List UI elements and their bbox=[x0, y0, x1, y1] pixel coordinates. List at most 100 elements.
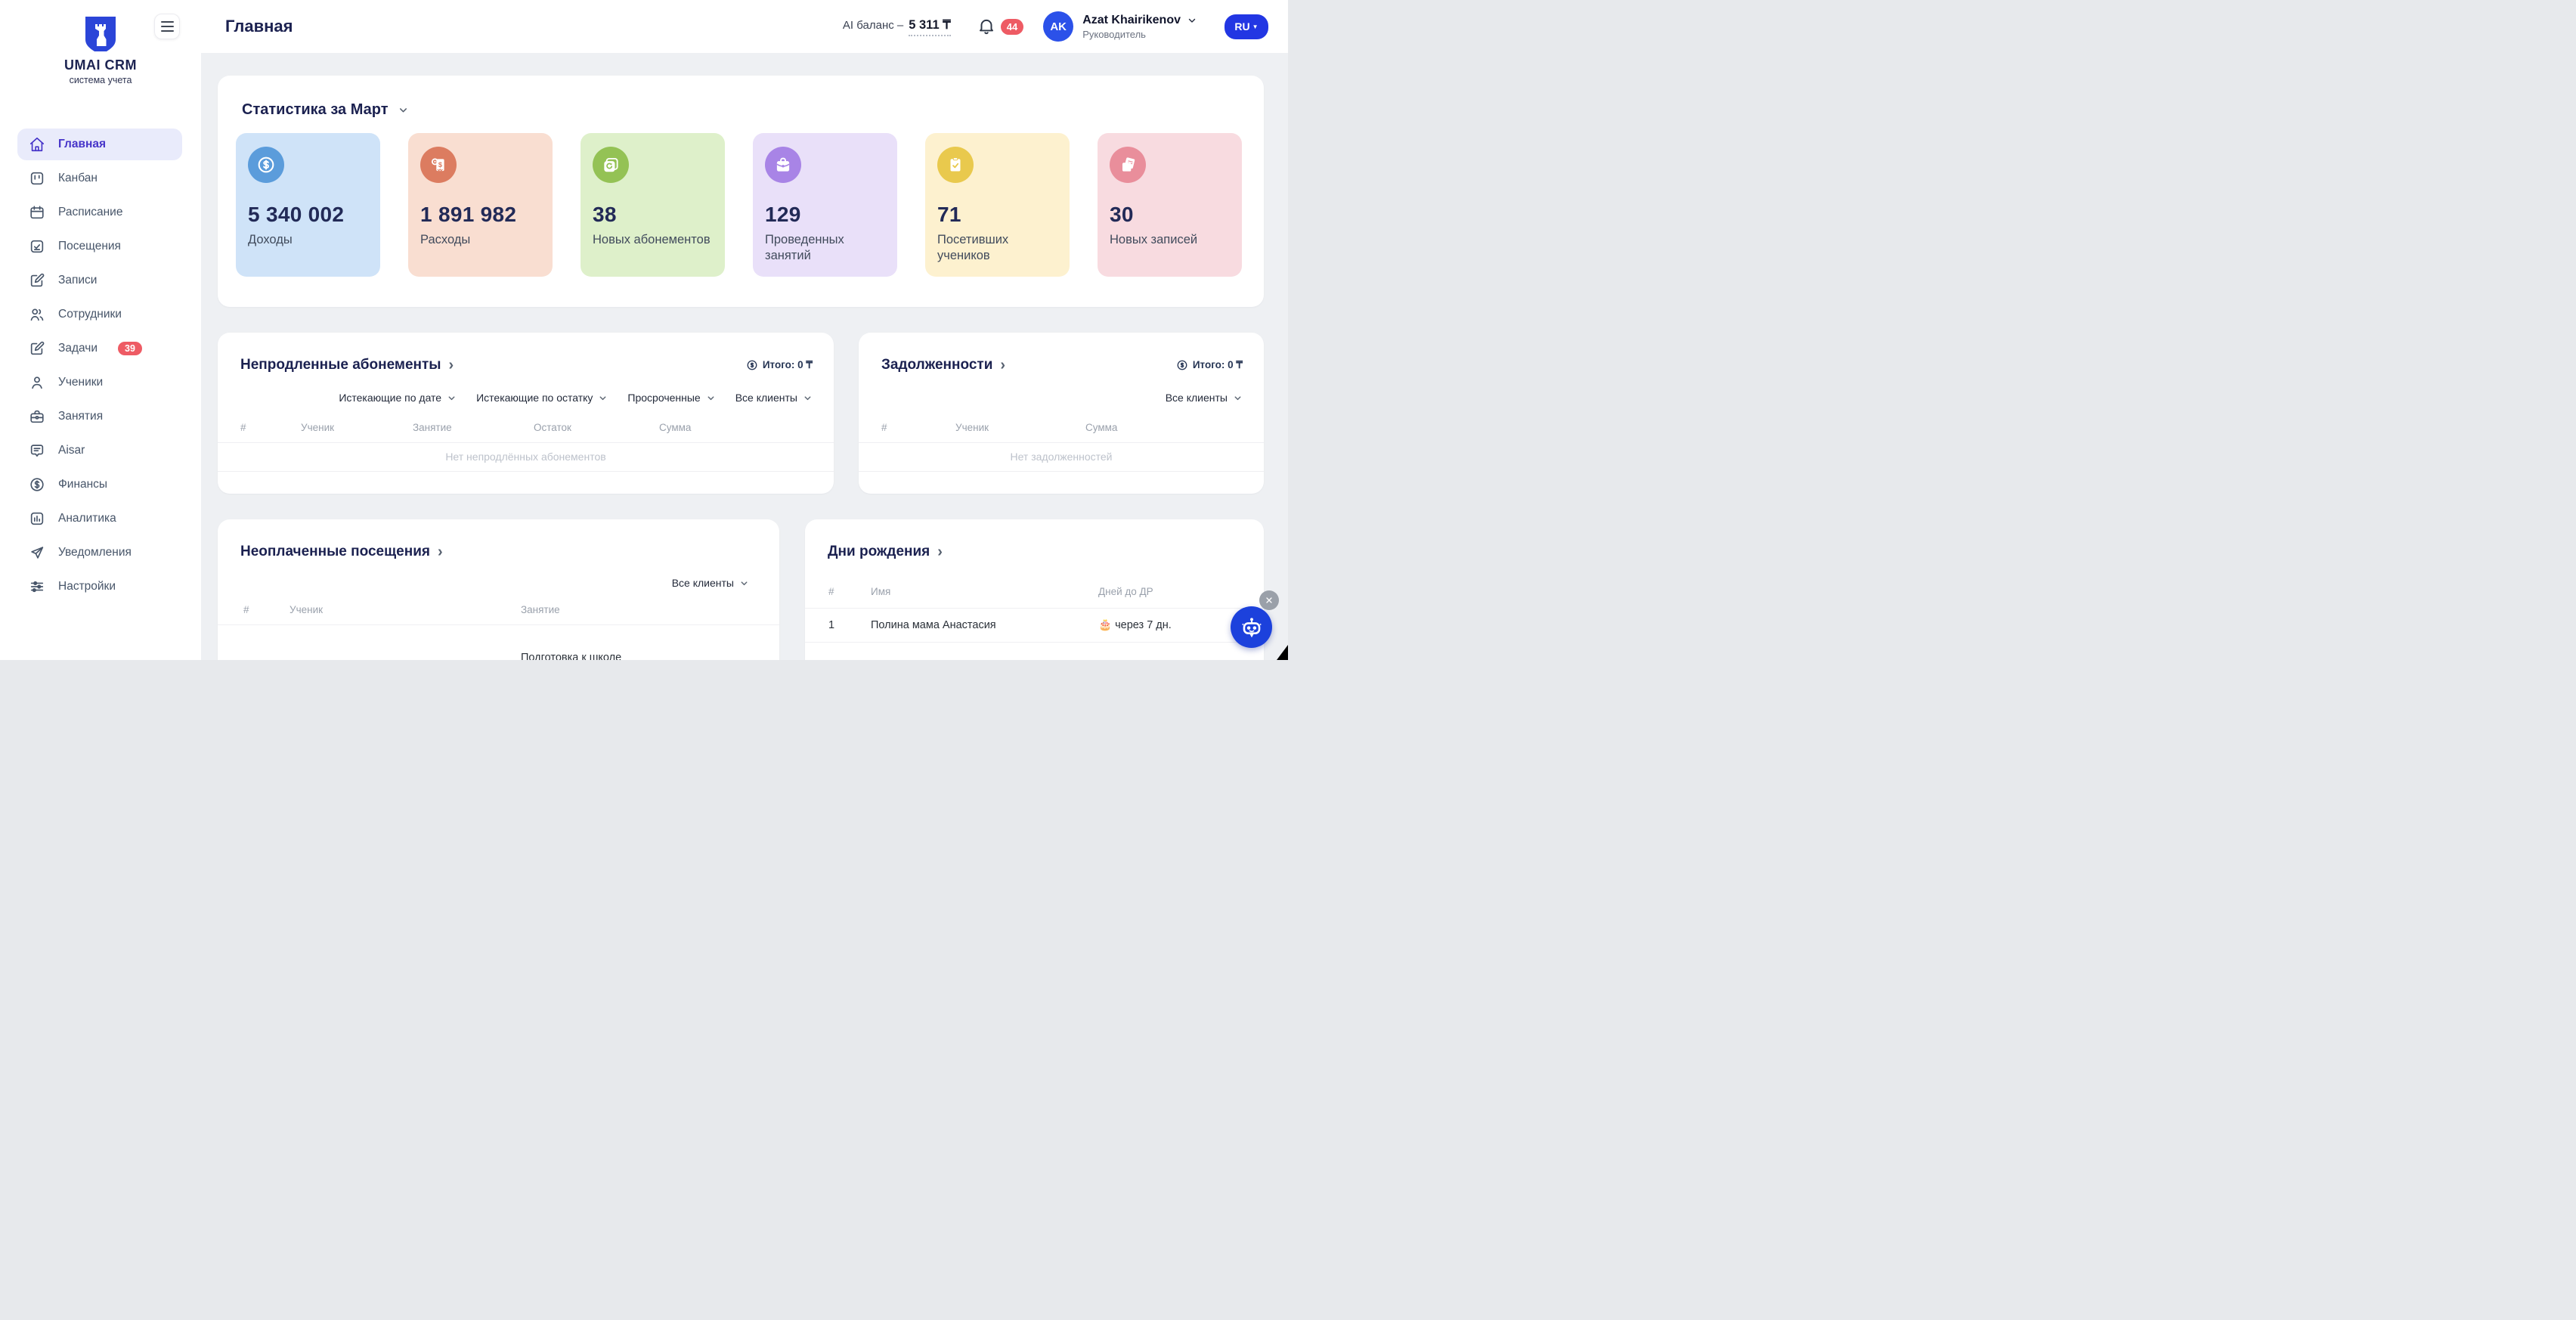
sidebar-item-label: Аналитика bbox=[58, 512, 116, 525]
sidebar-item-finance[interactable]: Финансы bbox=[17, 469, 182, 500]
sidebar-item-tasks[interactable]: Задачи 39 bbox=[17, 333, 182, 364]
subscriptions-filters: Истекающие по дате Истекающие по остатку… bbox=[339, 392, 813, 404]
table-header: # Ученик Сумма bbox=[881, 422, 1243, 433]
table-row: 1 Полина мама Анастасия 🎂 через 7 дн. bbox=[828, 608, 1241, 642]
sidebar-item-label: Главная bbox=[58, 138, 106, 151]
table-header: # Ученик Занятие Остаток Сумма bbox=[240, 422, 813, 433]
total-badge: Итого: 0 ₸ bbox=[1176, 359, 1243, 371]
sidebar-item-home[interactable]: Главная bbox=[17, 129, 182, 160]
row-days-to-birthday: 🎂 через 7 дн. bbox=[1098, 618, 1241, 631]
section-link-arrow[interactable]: › bbox=[937, 544, 943, 559]
empty-state: Нет непродлённых абонементов bbox=[218, 451, 834, 463]
sidebar-item-students[interactable]: Ученики bbox=[17, 367, 182, 398]
sidebar-item-label: Записи bbox=[58, 274, 97, 287]
section-link-arrow[interactable]: › bbox=[449, 358, 454, 373]
stat-card-students-visited: 71 Посетивших учеников bbox=[925, 133, 1070, 277]
ai-balance[interactable]: AI баланс – 5 311 ₸ bbox=[843, 17, 951, 36]
avatar[interactable]: AK bbox=[1043, 11, 1073, 42]
user-menu[interactable]: Azat Khairikenov Руководитель bbox=[1082, 14, 1197, 40]
sidebar-toggle-button[interactable] bbox=[154, 14, 180, 39]
language-code: RU bbox=[1234, 20, 1249, 33]
filter-all-clients[interactable]: Все клиенты bbox=[672, 577, 749, 589]
section-title: Дни рождения bbox=[828, 544, 930, 560]
stat-label: Расходы bbox=[420, 232, 540, 248]
section-link-arrow[interactable]: › bbox=[438, 544, 443, 559]
stat-label: Посетивших учеников bbox=[937, 232, 1057, 264]
filter-all-clients[interactable]: Все клиенты bbox=[1166, 392, 1243, 404]
sidebar-item-aisar[interactable]: Aisar bbox=[17, 435, 182, 466]
total-badge: Итого: 0 ₸ bbox=[746, 359, 813, 371]
check-square-icon bbox=[29, 238, 45, 255]
sidebar-item-visits[interactable]: Посещения bbox=[17, 231, 182, 262]
sidebar-item-label: Уведомления bbox=[58, 546, 132, 559]
sidebar-item-employees[interactable]: Сотрудники bbox=[17, 299, 182, 330]
pencil-square-icon bbox=[29, 272, 45, 289]
calendar-icon bbox=[29, 204, 45, 221]
filter-expiring-by-remainder[interactable]: Истекающие по остатку bbox=[476, 392, 608, 404]
sidebar-item-label: Расписание bbox=[58, 206, 122, 219]
chat-widget-button[interactable] bbox=[1231, 606, 1272, 648]
briefcase-icon bbox=[765, 147, 801, 183]
notifications-count-badge: 44 bbox=[1001, 19, 1023, 35]
home-icon bbox=[29, 136, 45, 153]
brand-name: UMAI CRM bbox=[0, 57, 201, 73]
stat-label: Проведенных занятий bbox=[765, 232, 885, 264]
unpaid-visits-section: Неоплаченные посещения › Все клиенты # У… bbox=[218, 519, 779, 660]
notifications-button[interactable]: 44 bbox=[977, 17, 1023, 36]
stat-cards: 5 340 002 Доходы $ 1 891 982 Расходы 38 … bbox=[236, 133, 1242, 277]
sidebar-item-lessons[interactable]: Занятия bbox=[17, 401, 182, 432]
caret-down-icon: ▼ bbox=[1252, 23, 1259, 30]
sidebar-item-analytics[interactable]: Аналитика bbox=[17, 503, 182, 535]
empty-state: Нет задолженностей bbox=[859, 451, 1264, 463]
sidebar-item-kanban[interactable]: Канбан bbox=[17, 163, 182, 194]
chevron-down-icon bbox=[739, 578, 749, 588]
row-lesson: Подготовка к школе 10.04.2026 bbox=[521, 649, 752, 660]
sidebar-item-notifications[interactable]: Уведомления bbox=[17, 537, 182, 569]
dollar-circle-icon bbox=[29, 476, 45, 493]
stat-card-new-subscriptions: 38 Новых абонементов bbox=[581, 133, 725, 277]
sidebar: UMAI CRM система учета Главная Канбан Ра… bbox=[0, 0, 201, 660]
dollar-circle-icon bbox=[1176, 359, 1188, 371]
stat-value: 1 891 982 bbox=[420, 203, 540, 227]
clipboard-check-icon bbox=[937, 147, 974, 183]
stats-period-chevron-icon[interactable] bbox=[398, 104, 409, 116]
stats-section: Статистика за Март 5 340 002 Доходы $ 1 … bbox=[218, 76, 1264, 307]
filter-overdue[interactable]: Просроченные bbox=[627, 392, 715, 404]
stat-value: 38 bbox=[593, 203, 713, 227]
stat-label: Новых абонементов bbox=[593, 232, 713, 248]
sidebar-item-settings[interactable]: Настройки bbox=[17, 571, 182, 603]
section-title: Задолженности bbox=[881, 357, 992, 373]
user-icon bbox=[29, 374, 45, 391]
stat-value: 30 bbox=[1110, 203, 1230, 227]
page-title: Главная bbox=[225, 17, 293, 36]
chat-bubble-icon bbox=[29, 442, 45, 459]
chat-close-button[interactable] bbox=[1259, 590, 1279, 610]
row-number: 1 bbox=[828, 619, 871, 631]
close-icon bbox=[1265, 596, 1274, 605]
filter-all-clients[interactable]: Все клиенты bbox=[735, 392, 813, 404]
total-label: Итого: 0 ₸ bbox=[763, 359, 813, 371]
sidebar-item-schedule[interactable]: Расписание bbox=[17, 197, 182, 228]
debts-section: Задолженности › Итого: 0 ₸ Все клиенты #… bbox=[859, 333, 1264, 494]
filter-expiring-by-date[interactable]: Истекающие по дате bbox=[339, 392, 457, 404]
stat-value: 5 340 002 bbox=[248, 203, 368, 227]
chevron-down-icon bbox=[598, 393, 608, 403]
stat-card-lessons-held: 129 Проведенных занятий bbox=[753, 133, 897, 277]
language-switcher[interactable]: RU ▼ bbox=[1225, 14, 1268, 39]
mouse-cursor bbox=[1277, 645, 1288, 660]
row-name: Полина мама Анастасия bbox=[871, 619, 1098, 631]
row-actions-ellipsis[interactable]: ... bbox=[752, 659, 766, 661]
main-content: Статистика за Март 5 340 002 Доходы $ 1 … bbox=[201, 53, 1288, 660]
stats-title: Статистика за Март bbox=[242, 101, 389, 119]
shield-rook-logo-icon bbox=[85, 17, 116, 51]
chevron-down-icon bbox=[447, 393, 457, 403]
svg-text:$: $ bbox=[438, 161, 442, 169]
chevron-down-icon bbox=[1233, 393, 1243, 403]
section-title: Непродленные абонементы bbox=[240, 357, 441, 373]
section-link-arrow[interactable]: › bbox=[1000, 358, 1005, 373]
sidebar-item-records[interactable]: Записи bbox=[17, 265, 182, 296]
table-header: # Имя Дней до ДР bbox=[828, 586, 1241, 597]
sidebar-item-label: Ученики bbox=[58, 376, 103, 389]
notes-icon bbox=[1110, 147, 1146, 183]
stat-card-expenses: $ 1 891 982 Расходы bbox=[408, 133, 553, 277]
